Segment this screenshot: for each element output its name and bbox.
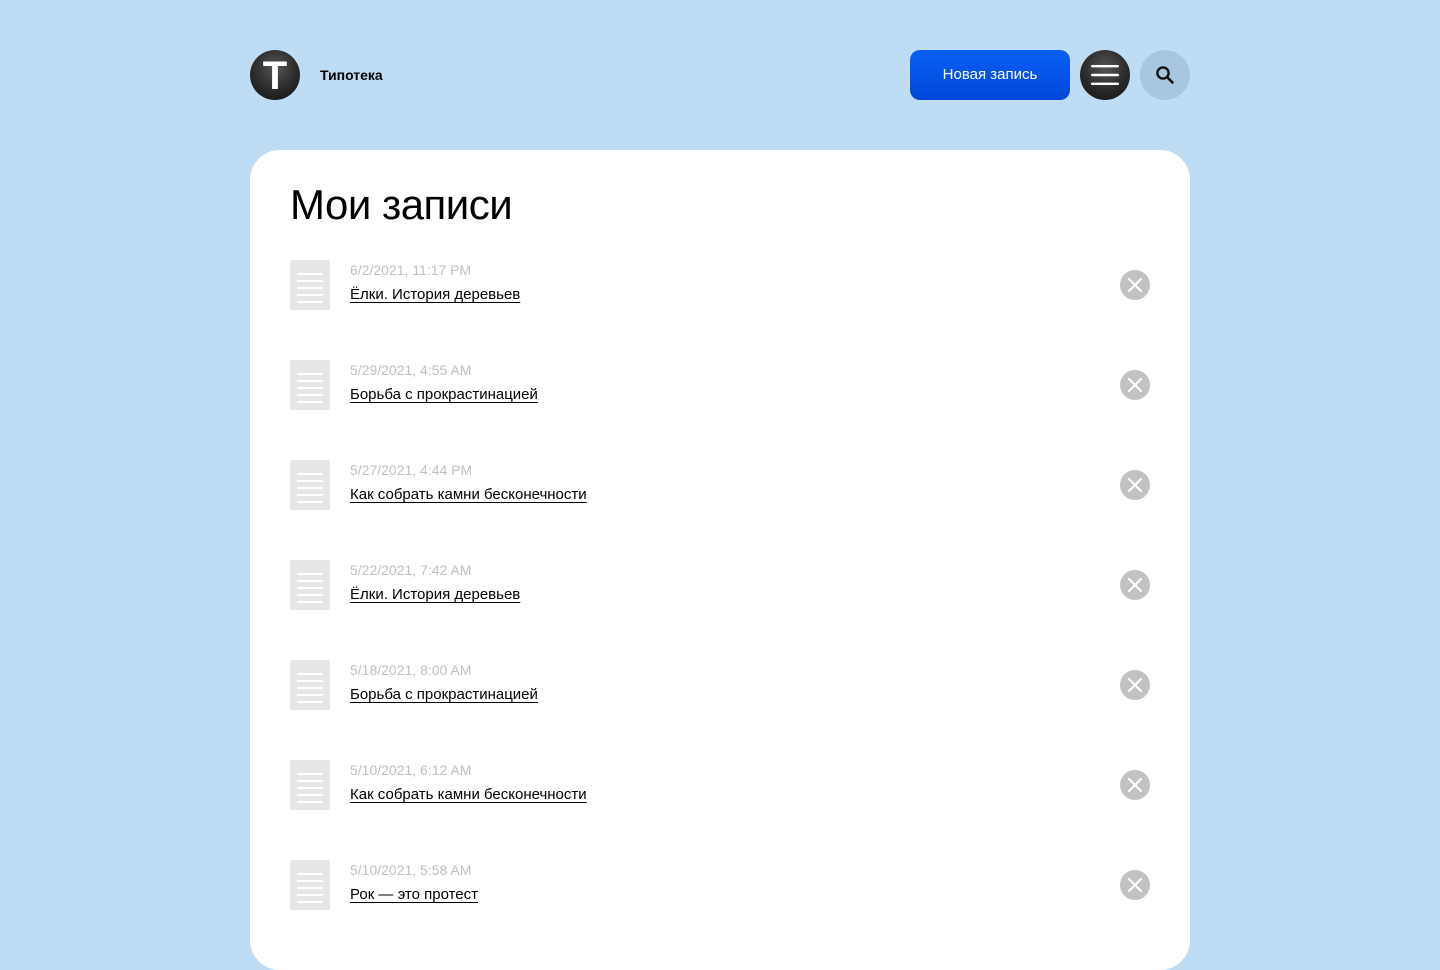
post-date: 5/22/2021, 7:42 AM	[350, 562, 472, 578]
posts-list: 6/2/2021, 11:17 PM Ёлки. История деревье…	[290, 260, 1150, 960]
close-icon	[1128, 378, 1142, 392]
document-icon	[290, 560, 330, 610]
document-icon	[290, 660, 330, 710]
document-icon	[290, 260, 330, 310]
close-icon	[1128, 578, 1142, 592]
delete-button[interactable]	[1120, 770, 1150, 800]
list-item: 5/27/2021, 4:44 PM Как собрать камни бес…	[290, 460, 1150, 560]
delete-button[interactable]	[1120, 470, 1150, 500]
delete-button[interactable]	[1120, 270, 1150, 300]
close-icon	[1128, 478, 1142, 492]
document-icon	[290, 360, 330, 410]
close-icon	[1128, 778, 1142, 792]
close-icon	[1128, 678, 1142, 692]
list-item: 6/2/2021, 11:17 PM Ёлки. История деревье…	[290, 260, 1150, 360]
menu-button[interactable]	[1080, 50, 1130, 100]
list-item: 5/10/2021, 6:12 AM Как собрать камни бес…	[290, 760, 1150, 860]
search-button[interactable]	[1140, 50, 1190, 100]
close-icon	[1128, 278, 1142, 292]
delete-button[interactable]	[1120, 370, 1150, 400]
new-post-button[interactable]: Новая запись	[910, 50, 1070, 100]
post-title-link[interactable]: Как собрать камни бесконечности	[350, 486, 587, 504]
app-name[interactable]: Типотека	[320, 65, 383, 85]
list-item: 5/29/2021, 4:55 AM Борьба с прокрастинац…	[290, 360, 1150, 460]
posts-card: Мои записи 6/2/2021, 11:17 PM Ёлки. Исто…	[250, 150, 1190, 970]
site-header: T Типотека Новая запись	[250, 50, 1190, 100]
post-title-link[interactable]: Рок — это протест	[350, 886, 478, 904]
post-title-link[interactable]: Ёлки. История деревьев	[350, 586, 520, 604]
page-title: Мои записи	[290, 181, 513, 228]
post-title-link[interactable]: Как собрать камни бесконечности	[350, 786, 587, 804]
delete-button[interactable]	[1120, 670, 1150, 700]
delete-button[interactable]	[1120, 870, 1150, 900]
delete-button[interactable]	[1120, 570, 1150, 600]
post-date: 5/27/2021, 4:44 PM	[350, 462, 473, 478]
document-icon	[290, 760, 330, 810]
post-title-link[interactable]: Борьба с прокрастинацией	[350, 686, 538, 704]
post-date: 5/29/2021, 4:55 AM	[350, 362, 472, 378]
document-icon	[290, 860, 330, 910]
post-date: 5/10/2021, 5:58 AM	[350, 862, 472, 878]
post-date: 6/2/2021, 11:17 PM	[350, 262, 472, 278]
post-date: 5/18/2021, 8:00 AM	[350, 662, 472, 678]
document-icon	[290, 460, 330, 510]
post-title-link[interactable]: Ёлки. История деревьев	[350, 286, 520, 304]
search-icon	[1156, 66, 1174, 84]
post-date: 5/10/2021, 6:12 AM	[350, 762, 472, 778]
list-item: 5/18/2021, 8:00 AM Борьба с прокрастинац…	[290, 660, 1150, 760]
close-icon	[1128, 878, 1142, 892]
hamburger-menu-icon	[1091, 65, 1119, 85]
post-title-link[interactable]: Борьба с прокрастинацией	[350, 386, 538, 404]
list-item: 5/10/2021, 5:58 AM Рок — это протест	[290, 860, 1150, 960]
list-item: 5/22/2021, 7:42 AM Ёлки. История деревье…	[290, 560, 1150, 660]
logo-letter: T	[262, 54, 288, 98]
logo[interactable]: T	[250, 50, 300, 100]
